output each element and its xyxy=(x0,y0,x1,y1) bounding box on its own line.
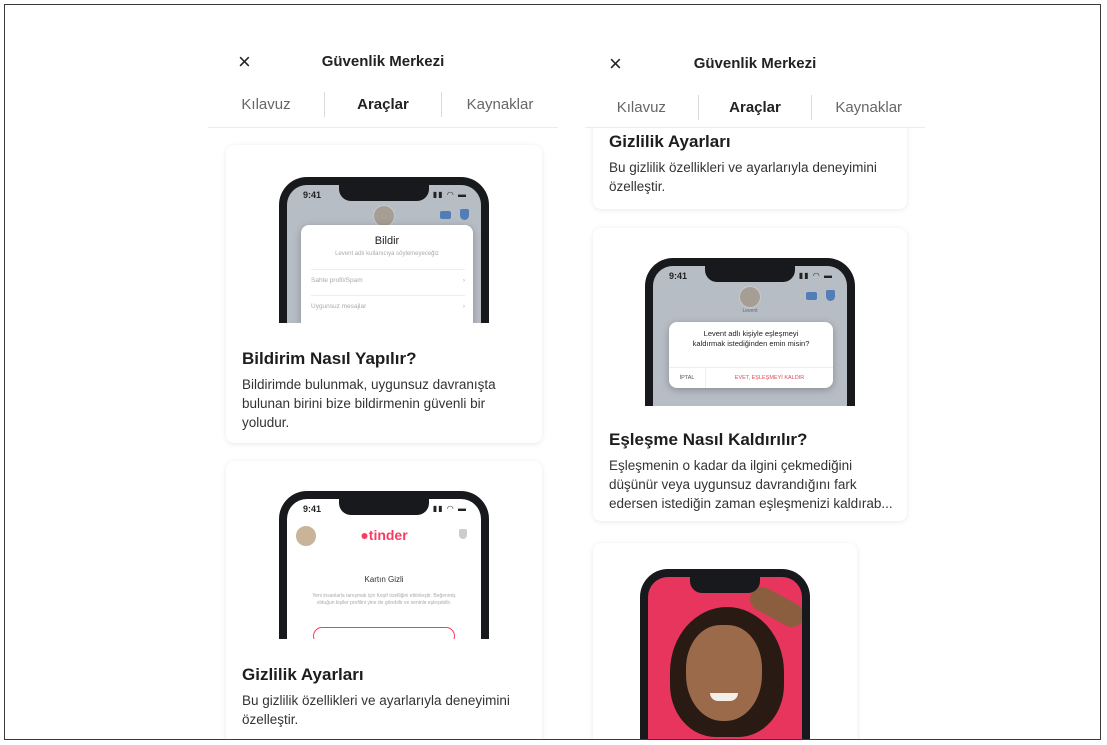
tab-tools[interactable]: Araçlar xyxy=(697,95,812,120)
phone-mockup: 9:41 ▮▮ ◠ ▬ Bildir Levent adlı kullanıcı… xyxy=(279,177,489,323)
phone-mockup xyxy=(640,569,810,739)
profile-photo xyxy=(648,577,802,739)
safety-center-panel-right: Gizlilik Ayarları Bu gizlilik özellikler… xyxy=(585,5,925,739)
card-unmatch[interactable]: 9:41 ▮▮ ◠ ▬ Levent Levent adlı kişiyle e… xyxy=(593,228,907,521)
report-modal: Bildir Levent adlı kullanıcıya söylemeye… xyxy=(301,225,473,323)
card-privacy[interactable]: 9:41 ▮▮ ◠ ▬ ●tinder Kartın Gizli Yeni in… xyxy=(226,461,542,739)
tinder-logo: ●tinder xyxy=(360,527,408,543)
shield-icon xyxy=(459,529,467,539)
card-title: Eşleşme Nasıl Kaldırılır? xyxy=(609,430,808,449)
status-icons: ▮▮ ◠ ▬ xyxy=(432,190,467,199)
card-description: Bu gizlilik özellikleri ve ayarlarıyla d… xyxy=(609,160,877,194)
phone-mockup: 9:41 ▮▮ ◠ ▬ ●tinder Kartın Gizli Yeni in… xyxy=(279,491,489,639)
tab-tools[interactable]: Araçlar xyxy=(324,92,441,117)
tab-resources[interactable]: Kaynaklar xyxy=(441,92,558,117)
modal-title: Bildir xyxy=(374,235,400,247)
modal-subtitle: Levent adlı kullanıcıya söylemeyeceğiz xyxy=(335,251,439,257)
page-title: Güvenlik Merkezi xyxy=(321,53,445,70)
tab-resources[interactable]: Kaynaklar xyxy=(811,95,925,120)
confirm-unmatch-button[interactable]: EVET, EŞLEŞMEYİ KALDIR xyxy=(706,368,833,388)
person-face xyxy=(686,625,762,721)
status-icons: ▮▮ ◠ ▬ xyxy=(798,271,833,280)
card-title: Bildirim Nasıl Yapılır? xyxy=(242,349,417,368)
card-description: Bu gizlilik özellikleri ve ayarlarıyla d… xyxy=(242,693,510,727)
card-description: Eşleşmenin o kadar da ilgini çekmediğini… xyxy=(609,458,893,511)
card-photo[interactable] xyxy=(593,543,857,739)
tab-bar: Kılavuz Araçlar Kaynaklar xyxy=(208,92,558,117)
card-title: Gizlilik Ayarları xyxy=(242,665,364,684)
unmatch-modal: Levent adlı kişiyle eşleşmeyi kaldırmak … xyxy=(669,322,833,388)
tab-bar: Kılavuz Araçlar Kaynaklar xyxy=(585,95,925,120)
cancel-button[interactable]: İPTAL xyxy=(669,368,706,388)
screenshot-frame: × Güvenlik Merkezi Kılavuz Araçlar Kayna… xyxy=(4,4,1101,740)
status-icons: ▮▮ ◠ ▬ xyxy=(432,504,467,513)
header: × Güvenlik Merkezi Kılavuz Araçlar Kayna… xyxy=(208,5,558,128)
card-title: Gizlilik Ayarları xyxy=(609,132,731,151)
report-option[interactable]: Sahte profil/Spam › xyxy=(311,269,465,284)
chevron-right-icon: › xyxy=(462,277,465,284)
card-description: Bildirimde bulunmak, uygunsuz davranışta… xyxy=(242,377,496,430)
person-smile xyxy=(710,693,738,701)
tab-guide[interactable]: Kılavuz xyxy=(208,92,324,117)
header: × Güvenlik Merkezi Kılavuz Araçlar Kayna… xyxy=(585,5,925,128)
hidden-card-text: Yeni insanlarla tanışmak için Keşif özel… xyxy=(312,593,456,606)
hidden-card-heading: Kartın Gizli xyxy=(364,575,404,584)
card-report[interactable]: 9:41 ▮▮ ◠ ▬ Bildir Levent adlı kullanıcı… xyxy=(226,145,542,443)
page-title: Güvenlik Merkezi xyxy=(693,55,817,72)
chevron-right-icon: › xyxy=(462,303,465,310)
flame-icon: ● xyxy=(360,527,369,543)
modal-text: Levent adlı kişiyle eşleşmeyi kaldırmak … xyxy=(692,329,810,348)
tab-guide[interactable]: Kılavuz xyxy=(585,95,698,120)
safety-center-panel-left: × Güvenlik Merkezi Kılavuz Araçlar Kayna… xyxy=(208,5,558,739)
enable-button[interactable] xyxy=(313,627,455,639)
phone-mockup: 9:41 ▮▮ ◠ ▬ Levent Levent adlı kişiyle e… xyxy=(645,258,855,406)
report-option[interactable]: Uygunsuz mesajlar › xyxy=(311,295,465,310)
